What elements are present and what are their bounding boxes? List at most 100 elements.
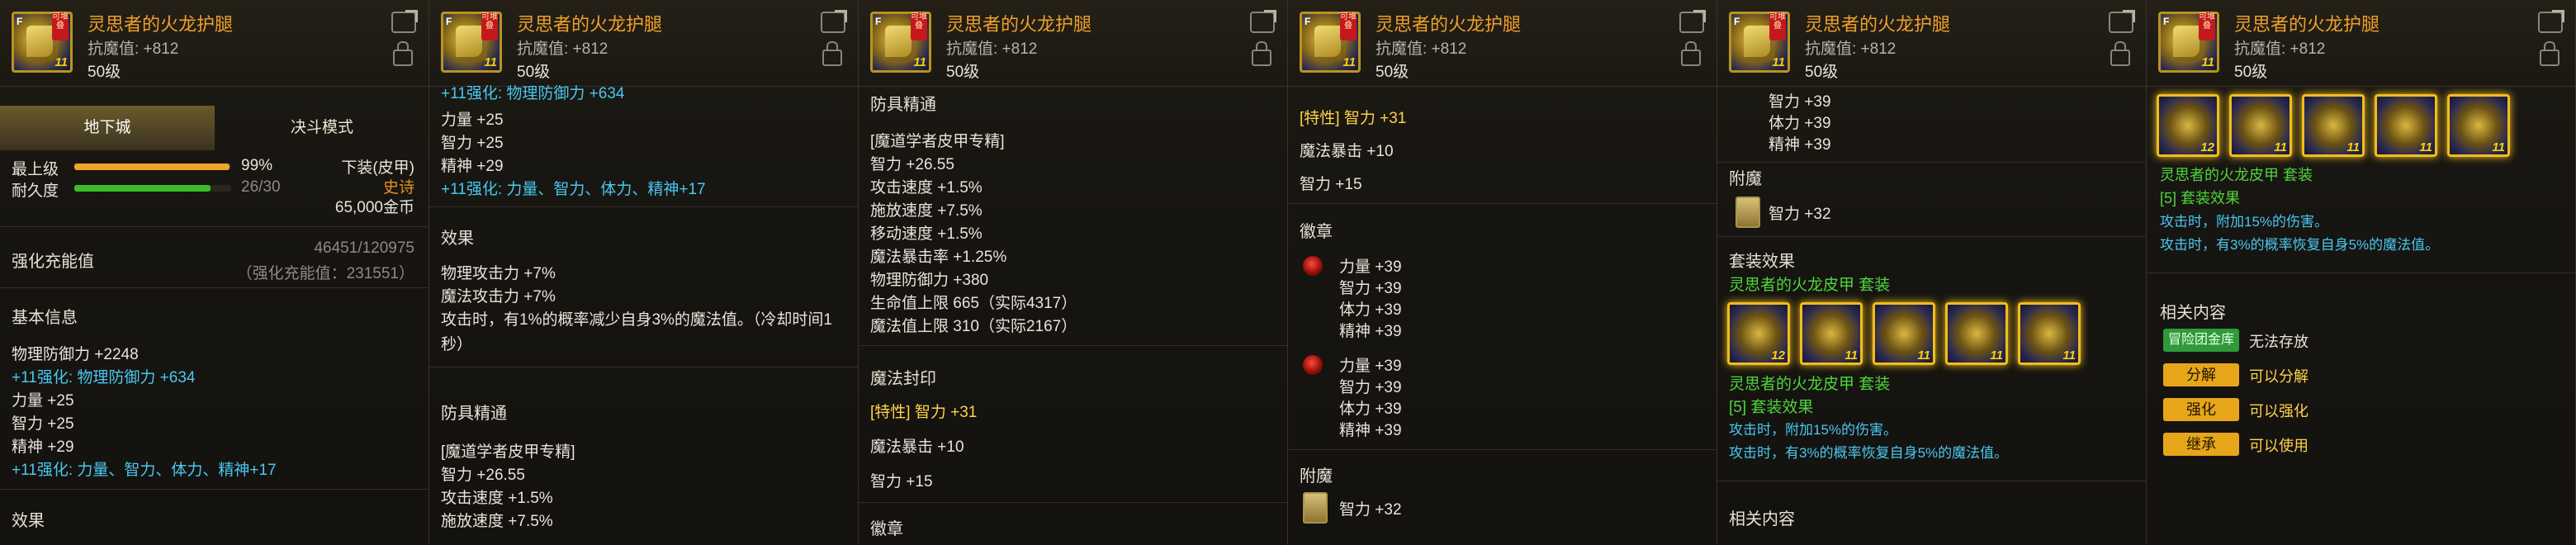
set-effect-line: 攻击时，有3%的概率恢复自身5%的魔法值。 — [2160, 237, 2440, 253]
set-piece-icon[interactable]: 11 — [1800, 302, 1863, 365]
adventure-vault-button[interactable]: 冒险团金库 — [2163, 329, 2239, 352]
stat-line: 智力 +25 — [441, 135, 504, 152]
armor-line: 攻击速度 +1.5% — [870, 179, 983, 197]
badge-line: 体力 +39 — [1769, 115, 1831, 132]
item-icon: F 可堆叠 11 — [12, 12, 73, 73]
lock-icon[interactable] — [393, 41, 413, 66]
armor-mastery-label: 防具精通 — [870, 96, 936, 114]
item-stat: 抗魔值: +812 — [88, 40, 179, 58]
lock-icon[interactable] — [822, 41, 842, 66]
share-icon[interactable] — [391, 12, 416, 33]
set-piece-icon[interactable]: 11 — [2302, 94, 2365, 157]
rarity-label: 史诗 — [382, 179, 414, 197]
set-name: 灵思者的火龙皮甲 套装 — [2160, 167, 2313, 183]
set-count: [5] 套装效果 — [1729, 399, 1814, 416]
item-level: 50级 — [1805, 64, 1839, 81]
item-name: 灵思者的火龙护腿 — [88, 14, 234, 35]
set-piece-icon[interactable]: 11 — [2447, 94, 2510, 157]
reinforce-sub: （强化充能值：231551） — [236, 265, 414, 282]
inherit-button[interactable]: 继承 — [2163, 433, 2239, 456]
set-piece-icon[interactable]: 11 — [2375, 94, 2437, 157]
armor-line: 魔法值上限 310（实际2167） — [870, 318, 1077, 335]
set-piece-icon[interactable]: 11 — [2229, 94, 2292, 157]
effect-line: 物理攻击力 +7% — [441, 265, 556, 282]
tooltip-strip: F 可堆叠 11 灵思者的火龙护腿 抗魔值: +812 50级 地下城 决斗模式 最… — [0, 0, 2576, 545]
stat-line: 力量 +25 — [12, 392, 74, 410]
seal-line: 智力 +15 — [1300, 176, 1362, 193]
item-header: F 可堆叠 11 灵思者的火龙护腿 抗魔值: +812 50级 — [429, 0, 858, 87]
reinforce-label: 强化充能值 — [12, 253, 94, 271]
related-label: 相关内容 — [1729, 510, 1795, 528]
set-piece-icon[interactable]: 12 — [2157, 94, 2219, 157]
max-level-bar — [74, 164, 231, 170]
lock-icon[interactable] — [1252, 41, 1271, 66]
lock-icon[interactable] — [1681, 41, 1701, 66]
price-label: 65,000金币 — [334, 199, 414, 216]
red-emblem-icon — [1303, 355, 1323, 375]
armor-line: 智力 +26.55 — [870, 156, 954, 173]
item-header: F 可堆叠 11 灵思者的火龙护腿 抗魔值: +812 50级 — [2147, 0, 2575, 87]
set-name: 灵思者的火龙皮甲 套装 — [1729, 376, 1891, 393]
set-effect-label: 套装效果 — [1729, 253, 1795, 271]
stat-line: 力量 +25 — [441, 111, 504, 129]
related-label: 相关内容 — [2160, 304, 2226, 322]
item-name: 灵思者的火龙护腿 — [1376, 14, 1522, 35]
item-level: 50级 — [946, 64, 980, 81]
item-name: 灵思者的火龙护腿 — [517, 14, 663, 35]
seal-line: 智力 +15 — [870, 473, 933, 490]
share-icon[interactable] — [2109, 12, 2133, 33]
enchant-line: 智力 +32 — [1769, 206, 1831, 223]
armor-line: [魔道学者皮甲专精] — [441, 443, 575, 461]
badge-line: 精神 +39 — [1339, 422, 1402, 439]
enchant-card-icon — [1303, 492, 1328, 524]
item-level: 50级 — [88, 64, 121, 81]
item-tooltip-panel-6: F 可堆叠 11 灵思者的火龙护腿 抗魔值: +812 50级 12 11 11 1… — [2147, 0, 2576, 545]
max-level-pct: 99% — [241, 157, 273, 174]
badge-line: 智力 +39 — [1339, 379, 1402, 396]
share-icon[interactable] — [821, 12, 845, 33]
item-tooltip-panel-4: F 可堆叠 11 灵思者的火龙护腿 抗魔值: +812 50级 [特性] 智力 +3… — [1288, 0, 1717, 545]
share-icon[interactable] — [1679, 12, 1704, 33]
reinforce-button[interactable]: 强化 — [2163, 398, 2239, 421]
set-piece-icon[interactable]: 11 — [2018, 302, 2081, 365]
item-tooltip-panel-3: F 可堆叠 11 灵思者的火龙护腿 抗魔值: +812 50级 防具精通 [魔道学者… — [859, 0, 1288, 545]
share-icon[interactable] — [2538, 12, 2563, 33]
item-stat: 抗魔值: +812 — [1376, 40, 1467, 58]
badge-label: 徽章 — [870, 520, 903, 538]
set-piece-icon[interactable]: 12 — [1727, 302, 1790, 365]
max-level-label: 最上级 — [12, 161, 59, 178]
tab-dungeon[interactable]: 地下城 — [0, 106, 215, 150]
disassemble-status: 可以分解 — [2249, 368, 2308, 385]
tab-duel[interactable]: 决斗模式 — [215, 106, 429, 150]
lock-icon[interactable] — [2540, 41, 2559, 66]
vault-status: 无法存放 — [2249, 334, 2308, 350]
lock-icon[interactable] — [2110, 41, 2130, 66]
set-effect-line: 攻击时，有3%的概率恢复自身5%的魔法值。 — [1729, 445, 2009, 461]
durability-value: 26/30 — [241, 178, 281, 196]
item-icon: F 可堆叠 11 — [870, 12, 931, 73]
reinforce-value: 46451/120975 — [314, 239, 414, 257]
item-header: F 可堆叠 11 灵思者的火龙护腿 抗魔值: +812 50级 — [1717, 0, 2146, 87]
item-name: 灵思者的火龙护腿 — [2234, 14, 2380, 35]
badge-line: 精神 +39 — [1339, 323, 1402, 340]
disassemble-button[interactable]: 分解 — [2163, 363, 2239, 386]
item-name: 灵思者的火龙护腿 — [1805, 14, 1951, 35]
badge-line: 体力 +39 — [1339, 400, 1402, 418]
effect-line: 秒） — [441, 336, 473, 353]
durability-label: 耐久度 — [12, 182, 59, 200]
enchant-line: 智力 +32 — [1339, 501, 1402, 519]
item-level: 50级 — [2234, 64, 2268, 81]
item-tooltip-panel-1: F 可堆叠 11 灵思者的火龙护腿 抗魔值: +812 50级 地下城 决斗模式 最… — [0, 0, 429, 545]
inherit-status: 可以使用 — [2249, 438, 2308, 454]
seal-line: [特性] 智力 +31 — [1300, 110, 1407, 127]
red-emblem-icon — [1303, 256, 1323, 276]
set-name: 灵思者的火龙皮甲 套装 — [1729, 277, 1891, 294]
reinforce-status: 可以强化 — [2249, 403, 2308, 419]
stat-line: +11强化: 力量、智力、体力、精神+17 — [12, 462, 277, 479]
item-header: F 可堆叠 11 灵思者的火龙护腿 抗魔值: +812 50级 — [1288, 0, 1717, 87]
stat-line: +11强化: 物理防御力 +634 — [441, 85, 625, 102]
set-piece-icon[interactable]: 11 — [1945, 302, 2008, 365]
share-icon[interactable] — [1250, 12, 1275, 33]
item-icon: F 可堆叠 11 — [1729, 12, 1790, 73]
set-piece-icon[interactable]: 11 — [1873, 302, 1935, 365]
